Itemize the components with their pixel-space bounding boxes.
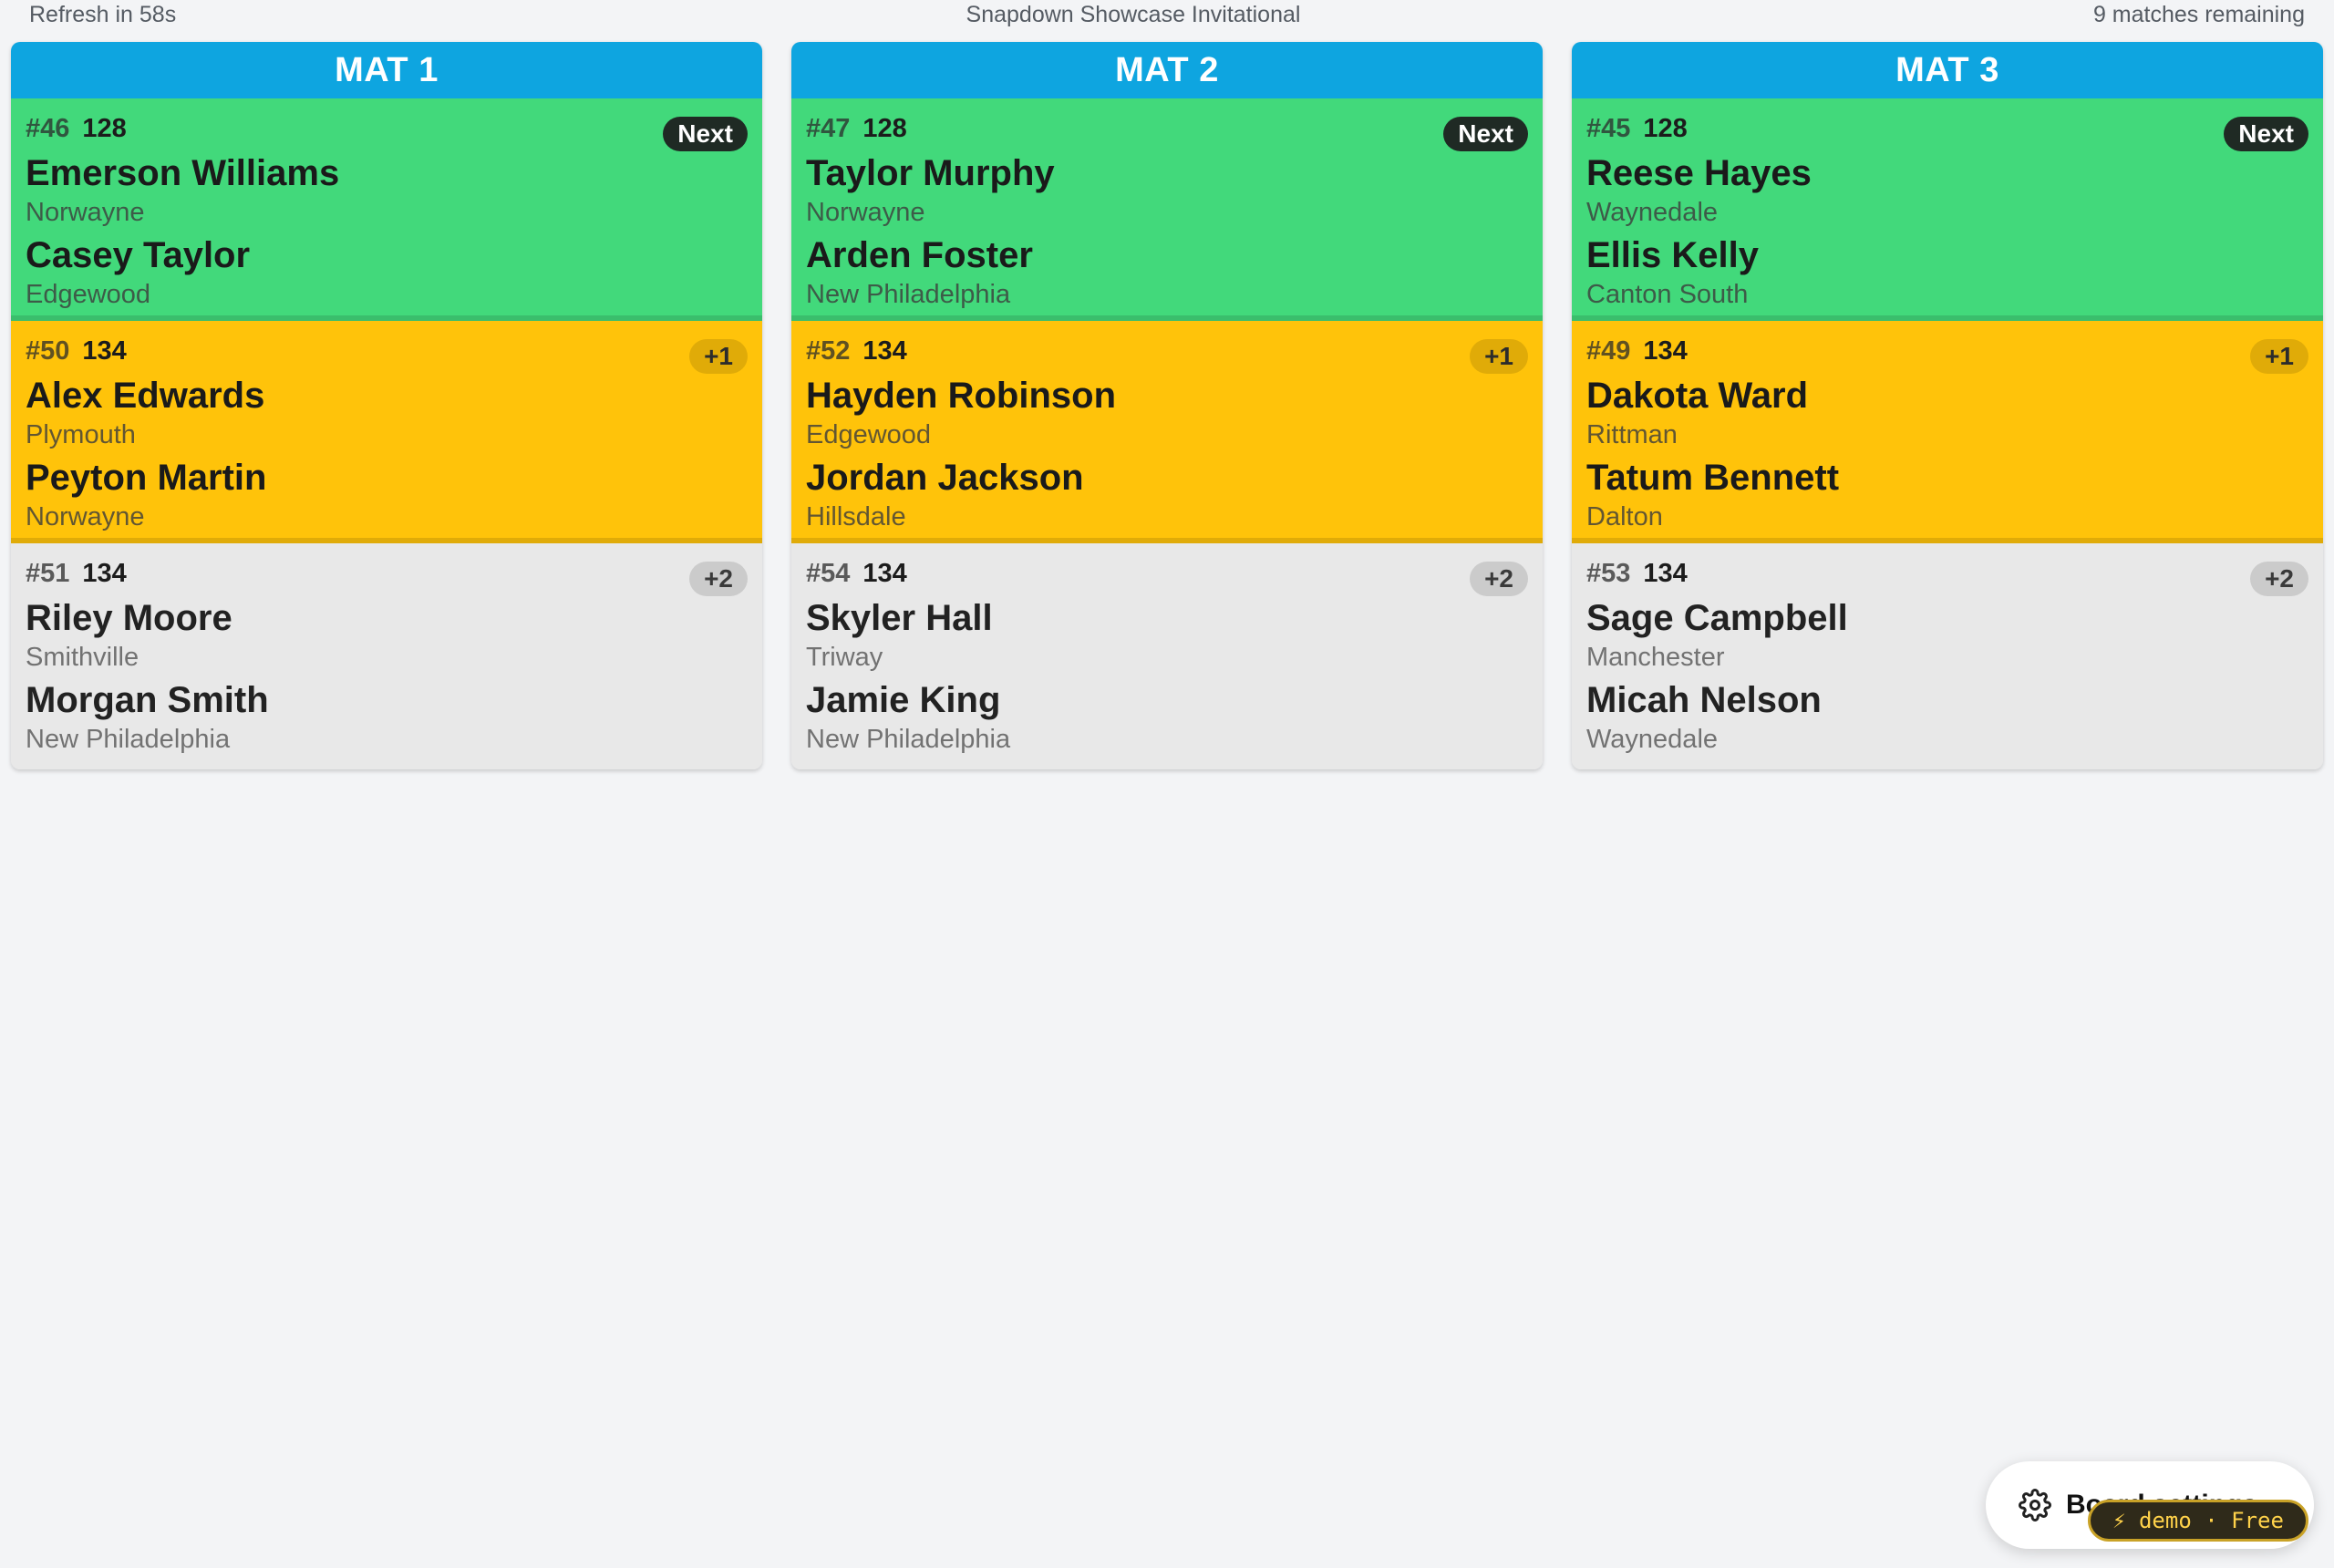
wrestler-1-team: Norwayne [26,198,145,227]
matches-remaining: 9 matches remaining [2092,2,2305,27]
match-meta: #53 134 [1586,556,2308,591]
wrestler-2-name: Micah Nelson [1586,680,1822,720]
status-badge: +1 [689,339,748,374]
wrestler-2-team: Canton South [1586,280,1749,309]
match-card-on-deck[interactable]: #50 134 +1 Alex Edwards Plymouth Peyton M… [11,321,762,543]
match-meta: #45 128 [1586,111,2308,146]
status-badge: +1 [2250,339,2308,374]
wrestler-1-name: Hayden Robinson [806,376,1117,416]
mat-title: MAT 1 [11,42,762,98]
wrestler-1-name: Skyler Hall [806,598,993,638]
wrestler-1-team: Waynedale [1586,198,1719,227]
status-badge: +2 [1470,562,1528,596]
match-card-in-the-hole[interactable]: #51 134 +2 Riley Moore Smithville Morgan … [11,543,762,769]
wrestler-2-team: New Philadelphia [26,725,231,754]
wrestler-2-name: Jordan Jackson [806,458,1084,498]
wrestler-2-name: Peyton Martin [26,458,267,498]
weight-class: 134 [82,559,127,588]
wrestler-1-team: Rittman [1586,420,1678,449]
match-card-next[interactable]: #46 128 Next Emerson Williams Norwayne Ca… [11,98,762,321]
match-number: #46 [26,114,70,143]
wrestler-1-team: Norwayne [806,198,925,227]
match-number: #54 [806,559,851,588]
match-meta: #52 134 [806,334,1528,368]
match-card-in-the-hole[interactable]: #54 134 +2 Skyler Hall Triway Jamie King … [791,543,1543,769]
weight-class: 134 [1643,559,1688,588]
match-card-on-deck[interactable]: #52 134 +1 Hayden Robinson Edgewood Jorda… [791,321,1543,543]
wrestler-1-name: Reese Hayes [1586,153,1812,193]
top-bar: Refresh in 58s Snapdown Showcase Invitat… [0,0,2334,42]
event-title: Snapdown Showcase Invitational [966,2,1301,27]
wrestler-1-name: Dakota Ward [1586,376,1809,416]
wrestler-1-name: Riley Moore [26,598,232,638]
status-badge: Next [1443,117,1528,151]
mat-title: MAT 2 [791,42,1543,98]
status-badge: Next [663,117,748,151]
match-meta: #51 134 [26,556,748,591]
wrestler-2-team: Norwayne [26,502,145,531]
match-card-on-deck[interactable]: #49 134 +1 Dakota Ward Rittman Tatum Benn… [1572,321,2323,543]
weight-class: 128 [1643,114,1688,143]
wrestler-2-team: New Philadelphia [806,725,1011,754]
mat-column-3: MAT 3 #45 128 Next Reese Hayes Waynedale … [1572,42,2323,769]
wrestler-2-name: Casey Taylor [26,235,251,275]
wrestler-2-team: Edgewood [26,280,151,309]
wrestler-1-team: Edgewood [806,420,932,449]
wrestler-1-team: Plymouth [26,420,136,449]
match-number: #52 [806,336,851,366]
weight-class: 134 [82,336,127,366]
weight-class: 134 [1643,336,1688,366]
wrestler-2-name: Arden Foster [806,235,1033,275]
wrestler-1-name: Alex Edwards [26,376,265,416]
match-meta: #47 128 [806,111,1528,146]
wrestler-2-name: Morgan Smith [26,680,269,720]
match-card-in-the-hole[interactable]: #53 134 +2 Sage Campbell Manchester Micah… [1572,543,2323,769]
match-card-next[interactable]: #47 128 Next Taylor Murphy Norwayne Arden… [791,98,1543,321]
match-number: #47 [806,114,851,143]
match-meta: #54 134 [806,556,1528,591]
match-card-next[interactable]: #45 128 Next Reese Hayes Waynedale Ellis … [1572,98,2323,321]
wrestler-2-name: Tatum Bennett [1586,458,1840,498]
match-meta: #49 134 [1586,334,2308,368]
mat-column-2: MAT 2 #47 128 Next Taylor Murphy Norwayne… [791,42,1543,769]
wrestler-2-team: Waynedale [1586,725,1719,754]
mat-title: MAT 3 [1572,42,2323,98]
weight-class: 128 [862,114,907,143]
gear-icon [2019,1489,2051,1522]
status-badge: +2 [689,562,748,596]
status-badge: +1 [1470,339,1528,374]
status-badge: +2 [2250,562,2308,596]
weight-class: 128 [82,114,127,143]
match-number: #51 [26,559,70,588]
match-number: #53 [1586,559,1631,588]
weight-class: 134 [862,559,907,588]
wrestler-1-name: Taylor Murphy [806,153,1055,193]
wrestler-2-name: Jamie King [806,680,1001,720]
match-number: #50 [26,336,70,366]
wrestler-2-team: Dalton [1586,502,1663,531]
wrestler-2-team: New Philadelphia [806,280,1011,309]
mat-board: MAT 1 #46 128 Next Emerson Williams Norwa… [11,42,2323,769]
match-number: #45 [1586,114,1631,143]
demo-plan-badge: ⚡ demo · Free [2088,1500,2308,1542]
weight-class: 134 [862,336,907,366]
match-number: #49 [1586,336,1631,366]
wrestler-2-team: Hillsdale [806,502,906,531]
match-meta: #46 128 [26,111,748,146]
wrestler-1-name: Sage Campbell [1586,598,1848,638]
wrestler-1-team: Smithville [26,643,139,672]
wrestler-1-team: Manchester [1586,643,1725,672]
match-meta: #50 134 [26,334,748,368]
wrestler-1-name: Emerson Williams [26,153,340,193]
wrestler-2-name: Ellis Kelly [1586,235,1759,275]
status-badge: Next [2224,117,2308,151]
wrestler-1-team: Triway [806,643,883,672]
mat-column-1: MAT 1 #46 128 Next Emerson Williams Norwa… [11,42,762,769]
